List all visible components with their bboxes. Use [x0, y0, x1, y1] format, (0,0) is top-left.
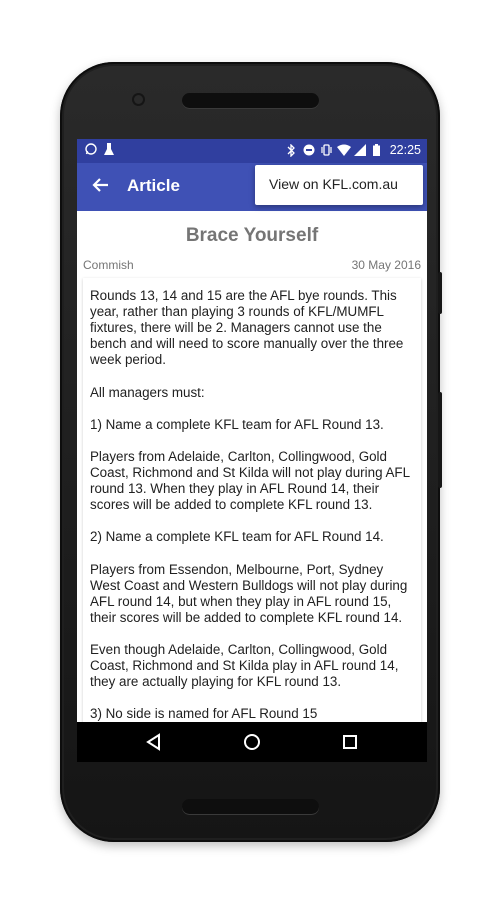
signal-icon	[353, 143, 366, 157]
article-date: 30 May 2016	[351, 258, 421, 272]
whatsapp-icon	[85, 143, 97, 156]
article-content[interactable]: Brace Yourself Commish 30 May 2016 Round…	[77, 211, 427, 722]
vibrate-icon	[320, 143, 332, 157]
navigation-bar	[77, 722, 427, 762]
menu-item-view-on-kfl[interactable]: View on KFL.com.au	[269, 176, 398, 192]
wifi-icon	[336, 144, 351, 157]
bottom-speaker	[182, 799, 319, 814]
battery-icon	[371, 143, 383, 157]
do-not-disturb-icon	[303, 144, 315, 157]
article-paragraph: All managers must:	[90, 384, 205, 400]
article-paragraph: 3) No side is named for AFL Round 15	[90, 706, 318, 722]
status-time: 22:25	[389, 143, 421, 157]
article-author: Commish	[83, 258, 134, 272]
volume-button	[438, 392, 442, 488]
arrow-back-icon[interactable]	[91, 175, 113, 197]
article-paragraph: Rounds 13, 14 and 15 are the AFL bye rou…	[90, 288, 404, 368]
bluetooth-icon	[286, 142, 298, 158]
article-title: Brace Yourself	[185, 225, 319, 246]
front-camera	[134, 95, 143, 104]
article-paragraph: Even though Adelaide, Carlton, Collingwo…	[90, 642, 399, 690]
power-button	[438, 272, 442, 314]
back-triangle-icon[interactable]	[143, 731, 165, 753]
overflow-menu: View on KFL.com.au	[255, 165, 423, 205]
recents-square-icon[interactable]	[339, 731, 361, 753]
earpiece-speaker	[182, 93, 319, 108]
app-bar-title: Article	[127, 176, 180, 195]
phone-screen: 22:25 Article Brace Yourself Commish 30 …	[77, 139, 427, 762]
debug-icon	[103, 143, 115, 156]
article-paragraph: 1) Name a complete KFL team for AFL Roun…	[90, 416, 384, 432]
article-body: Rounds 13, 14 and 15 are the AFL bye rou…	[90, 288, 414, 722]
home-circle-icon[interactable]	[241, 731, 263, 753]
article-paragraph: Players from Adelaide, Carlton, Collingw…	[90, 448, 410, 513]
article-paragraph: 2) Name a complete KFL team for AFL Roun…	[90, 529, 384, 545]
article-paragraph: Players from Essendon, Melbourne, Port, …	[90, 561, 408, 625]
status-bar: 22:25	[77, 139, 427, 163]
